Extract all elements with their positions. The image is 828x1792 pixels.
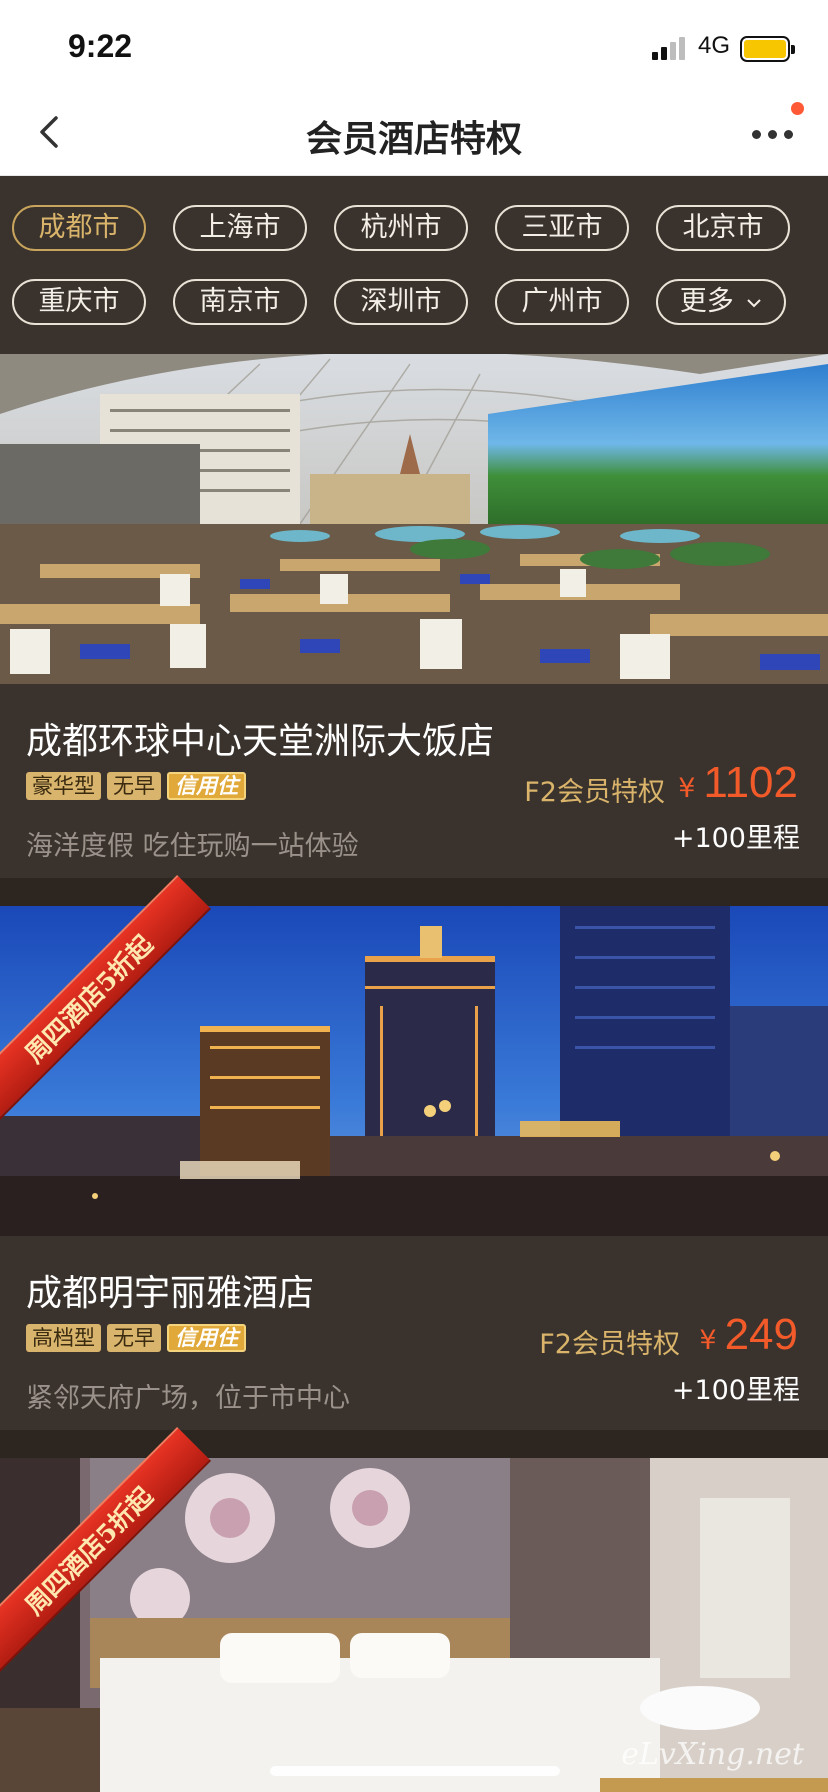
watermark: eLvXing.net	[621, 1737, 804, 1772]
city-filter: 成都市 上海市 杭州市 三亚市 北京市 重庆市 南京市 深圳市 广州市 更多	[0, 176, 828, 354]
status-time: 9:22	[68, 28, 133, 64]
hotel-card[interactable]: 成都环球中心天堂洲际大饭店 豪华型 无早 信用住 F2会员特权 ¥1102 海洋…	[0, 354, 828, 880]
tag-breakfast: 无早	[107, 1324, 161, 1352]
city-chip-nanjing[interactable]: 南京市	[173, 279, 307, 325]
network-type: 4G	[698, 32, 731, 59]
member-privilege-label: F2会员特权	[524, 777, 665, 808]
city-chip-shanghai[interactable]: 上海市	[173, 205, 307, 251]
mileage-bonus: +100里程	[671, 823, 800, 854]
card-divider	[0, 1430, 828, 1458]
city-chip-guangzhou[interactable]: 广州市	[495, 279, 629, 325]
tag-credit-stay: 信用住	[167, 1324, 246, 1352]
tag-credit-stay: 信用住	[167, 772, 246, 800]
signal-icon	[652, 36, 688, 60]
city-chip-chengdu[interactable]: 成都市	[12, 205, 146, 251]
more-cities-button[interactable]: 更多	[656, 279, 786, 325]
page-title: 会员酒店特权	[305, 119, 522, 160]
city-chip-sanya[interactable]: 三亚市	[495, 205, 629, 251]
nav-bar: 会员酒店特权	[0, 88, 828, 176]
hotel-tags: 高档型 无早 信用住	[26, 1324, 246, 1352]
member-privilege-label: F2会员特权	[539, 1329, 680, 1360]
city-chip-beijing[interactable]: 北京市	[656, 205, 790, 251]
hotel-name: 成都环球中心天堂洲际大饭店	[26, 721, 495, 762]
hotel-description: 海洋度假 吃住玩购一站体验	[26, 831, 359, 862]
hotel-card[interactable]: 周四酒店5折起 成都明宇丽雅酒店 高档型 无早 信用住 F2会员特权 ¥249 …	[0, 874, 828, 1430]
hotel-price: ¥1102	[678, 758, 798, 808]
more-cities-label: 更多	[679, 286, 734, 317]
city-chip-hangzhou[interactable]: 杭州市	[334, 205, 468, 251]
hotel-price: ¥249	[699, 1310, 798, 1360]
city-chip-shenzhen[interactable]: 深圳市	[334, 279, 468, 325]
price-value: 249	[724, 1310, 798, 1359]
hotel-photo	[0, 354, 828, 684]
card-divider	[0, 878, 828, 906]
notification-dot	[791, 102, 804, 115]
mileage-bonus: +100里程	[671, 1375, 800, 1406]
hotel-name: 成都明宇丽雅酒店	[26, 1273, 315, 1314]
price-value: 1102	[703, 758, 798, 807]
currency-symbol: ¥	[678, 773, 696, 804]
battery-icon	[740, 36, 795, 62]
hotel-tags: 豪华型 无早 信用住	[26, 772, 246, 800]
tag-grade: 高档型	[26, 1324, 101, 1352]
currency-symbol: ¥	[699, 1325, 717, 1356]
status-bar: 9:22 4G	[0, 0, 828, 88]
city-chip-chongqing[interactable]: 重庆市	[12, 279, 146, 325]
more-icon[interactable]	[752, 124, 796, 144]
hotel-description: 紧邻天府广场，位于市中心	[26, 1383, 350, 1414]
chevron-down-icon	[747, 298, 762, 307]
home-indicator[interactable]	[270, 1766, 560, 1776]
tag-grade: 豪华型	[26, 772, 101, 800]
tag-breakfast: 无早	[107, 772, 161, 800]
hotel-card[interactable]: 周四酒店5折起 eLvXing.net	[0, 1426, 828, 1792]
